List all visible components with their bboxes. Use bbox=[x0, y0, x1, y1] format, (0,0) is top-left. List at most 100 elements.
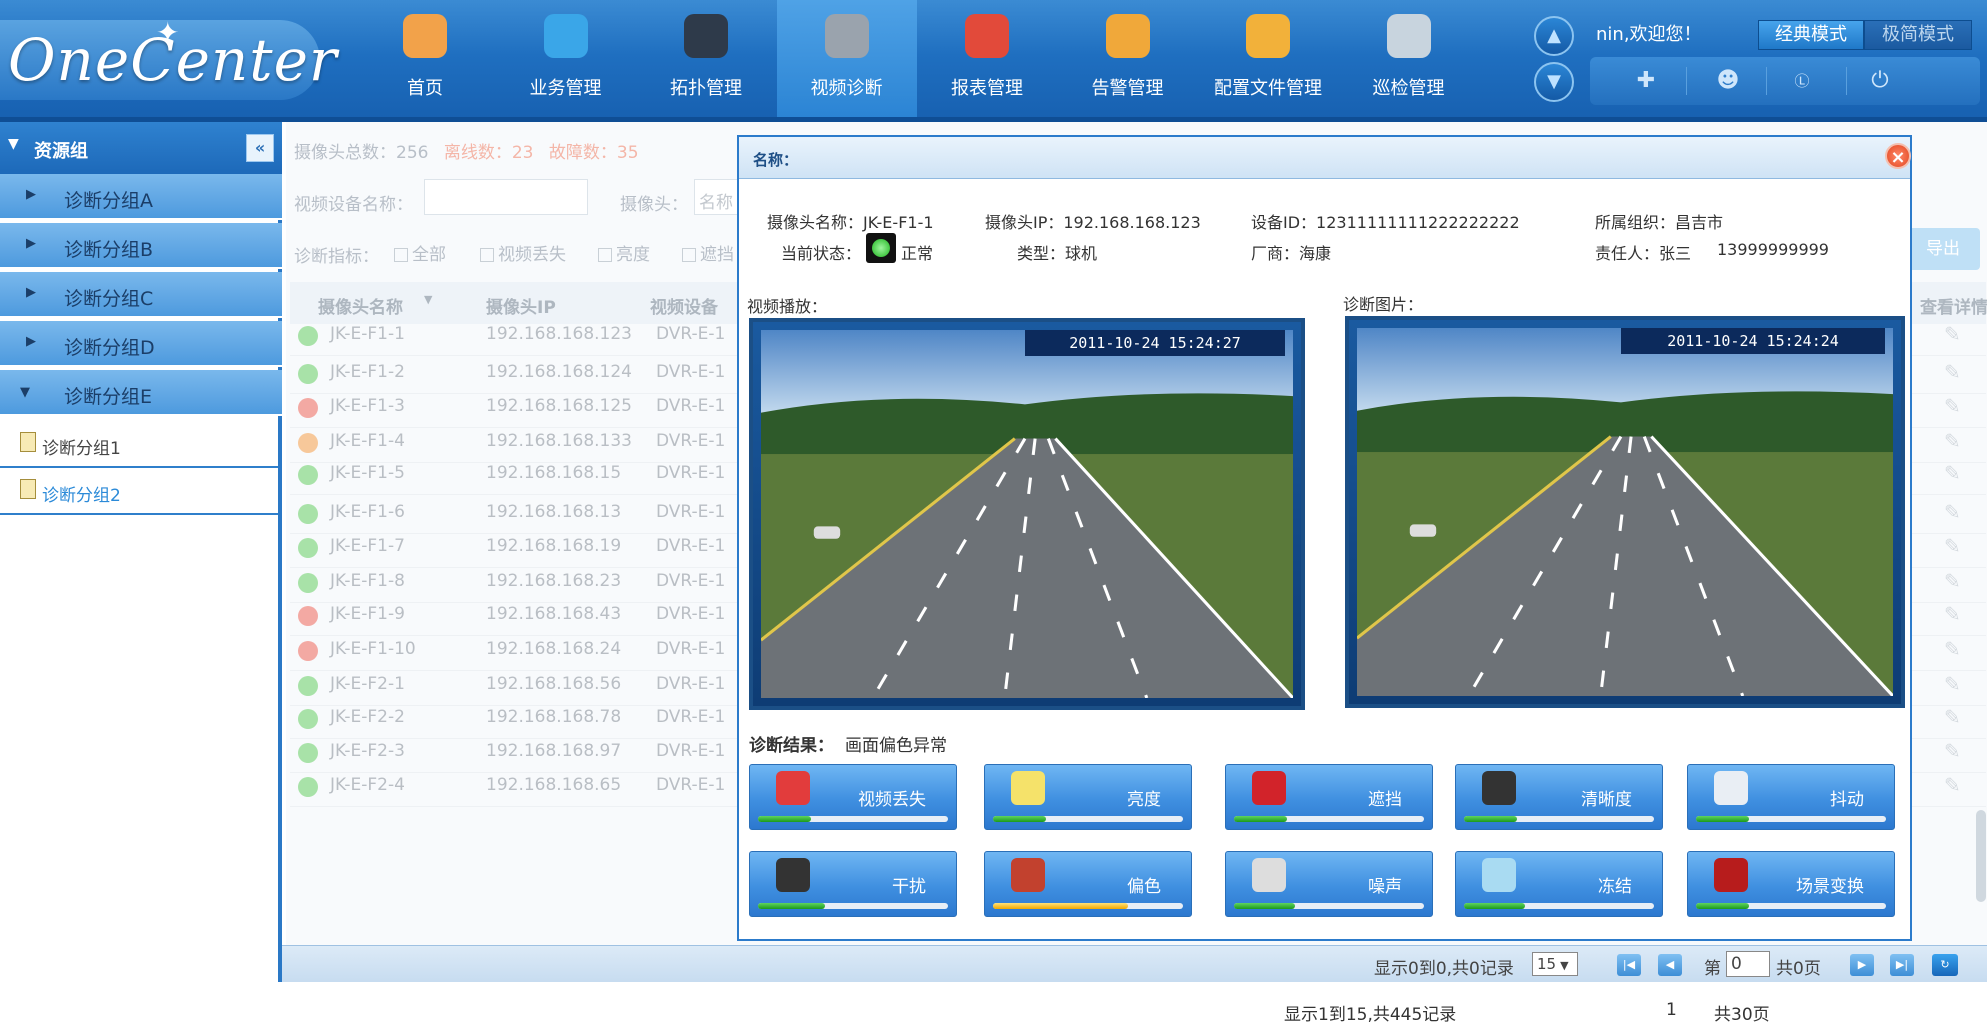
dialog-header: 名称： × bbox=[739, 137, 1911, 179]
details-icon[interactable]: ✎ bbox=[1944, 602, 1961, 626]
metric-8[interactable]: 噪声 bbox=[1225, 851, 1433, 917]
details-icon[interactable]: ✎ bbox=[1944, 534, 1961, 558]
classic-mode-button[interactable]: 经典模式 bbox=[1758, 20, 1864, 50]
sort-desc-icon[interactable]: ▼ bbox=[424, 293, 432, 306]
details-icon[interactable]: ✎ bbox=[1944, 394, 1961, 418]
metric-4[interactable]: 清晰度 bbox=[1455, 764, 1663, 830]
device-name-input[interactable] bbox=[424, 179, 588, 215]
camera-name-input[interactable]: 名称 bbox=[694, 179, 742, 215]
expand-arrow-icon[interactable]: ▼ bbox=[20, 385, 30, 400]
sidebar-group-3[interactable]: ▶ 诊断分组C bbox=[0, 272, 282, 318]
license-icon[interactable]: Ⓛ bbox=[1782, 65, 1822, 97]
next-page-button[interactable]: ▶ bbox=[1850, 954, 1874, 976]
metric-label: 视频丢失 bbox=[858, 790, 926, 810]
bottom-page-number[interactable]: 1 bbox=[1666, 1000, 1677, 1020]
metric-3[interactable]: 遮挡 bbox=[1225, 764, 1433, 830]
metric-checkbox-3[interactable]: 亮度 bbox=[598, 240, 650, 265]
user-icon[interactable]: ☻ bbox=[1708, 65, 1748, 97]
metric-checkbox-1[interactable]: 全部 bbox=[394, 240, 446, 265]
metric-7[interactable]: 偏色 bbox=[984, 851, 1192, 917]
collapse-sidebar-button[interactable]: « bbox=[246, 134, 274, 162]
image-timestamp: 2011-10-24 15:24:24 bbox=[1621, 328, 1885, 354]
device-cell: DVR-E-1 bbox=[656, 502, 726, 522]
noise-icon bbox=[1252, 858, 1286, 892]
metric-10[interactable]: 场景变换 bbox=[1687, 851, 1895, 917]
diagnosis-image-label: 诊断图片： bbox=[1343, 295, 1424, 314]
details-icon[interactable]: ✎ bbox=[1944, 360, 1961, 384]
details-icon[interactable]: ✎ bbox=[1944, 773, 1961, 797]
sidebar-group-4[interactable]: ▶ 诊断分组D bbox=[0, 321, 282, 367]
details-icon[interactable]: ✎ bbox=[1944, 461, 1961, 485]
status-dot-icon bbox=[298, 398, 318, 418]
scroll-down-button[interactable]: ▼ bbox=[1534, 62, 1574, 102]
sidebar-group-2[interactable]: ▶ 诊断分组B bbox=[0, 223, 282, 269]
metric-6[interactable]: 干扰 bbox=[749, 851, 957, 917]
checkbox-label: 视频丢失 bbox=[498, 245, 566, 265]
status-value: 正常 bbox=[901, 244, 934, 263]
sidebar-subgroup-2[interactable]: 诊断分组2 bbox=[0, 469, 278, 515]
checkbox-box[interactable] bbox=[682, 248, 696, 262]
simple-mode-button[interactable]: 极简模式 bbox=[1864, 20, 1972, 50]
list-scrollbar[interactable] bbox=[1976, 810, 1986, 902]
camera-name-info: 摄像头名称：JK-E-F1-1 bbox=[767, 213, 934, 232]
page-number-input[interactable]: 0 bbox=[1726, 951, 1770, 977]
checkbox-box[interactable] bbox=[480, 248, 494, 262]
close-button[interactable]: × bbox=[1885, 143, 1911, 169]
sidebar-group-1[interactable]: ▶ 诊断分组A bbox=[0, 174, 282, 220]
details-icon[interactable]: ✎ bbox=[1944, 739, 1961, 763]
camera-filter-label: 摄像头： bbox=[620, 195, 688, 215]
details-icon[interactable]: ✎ bbox=[1944, 637, 1961, 661]
details-icon[interactable]: ✎ bbox=[1944, 705, 1961, 729]
collapse-arrow-icon[interactable]: ▼ bbox=[8, 136, 19, 152]
scroll-up-button[interactable]: ▲ bbox=[1534, 16, 1574, 56]
metric-level-bar bbox=[1696, 903, 1886, 909]
details-icon[interactable]: ✎ bbox=[1944, 429, 1961, 453]
checkbox-box[interactable] bbox=[394, 248, 408, 262]
metric-label: 冻结 bbox=[1598, 877, 1632, 897]
nav-item-8[interactable]: 巡检管理 bbox=[1339, 0, 1479, 117]
camera-icon bbox=[776, 771, 810, 805]
sidebar-group-5[interactable]: ▼ 诊断分组E bbox=[0, 370, 282, 416]
details-icon[interactable]: ✎ bbox=[1944, 500, 1961, 524]
prev-page-button[interactable]: ◀ bbox=[1658, 954, 1682, 976]
total-pages: 共0页 bbox=[1776, 959, 1821, 979]
metric-2[interactable]: 亮度 bbox=[984, 764, 1192, 830]
metric-level-fill bbox=[1696, 903, 1750, 909]
last-page-button[interactable]: ▶| bbox=[1890, 954, 1914, 976]
camera-name-cell: JK-E-F1-7 bbox=[330, 536, 405, 556]
nav-item-3[interactable]: 拓扑管理 bbox=[636, 0, 776, 117]
metric-checkbox-2[interactable]: 视频丢失 bbox=[480, 240, 566, 265]
video-player[interactable]: 2011-10-24 15:24:27 bbox=[749, 318, 1305, 710]
metric-label: 清晰度 bbox=[1581, 790, 1632, 810]
nav-item-7[interactable]: 配置文件管理 bbox=[1198, 0, 1338, 117]
topology-icon bbox=[684, 14, 728, 58]
metric-1[interactable]: 视频丢失 bbox=[749, 764, 957, 830]
toolbox-icon[interactable]: ✚ bbox=[1626, 65, 1666, 97]
camera-ip-cell: 192.168.168.56 bbox=[486, 674, 622, 694]
checkbox-box[interactable] bbox=[598, 248, 612, 262]
details-icon[interactable]: ✎ bbox=[1944, 569, 1961, 593]
collapsed-arrow-icon[interactable]: ▶ bbox=[26, 285, 36, 300]
sidebar-subgroup-1[interactable]: 诊断分组1 bbox=[0, 422, 278, 468]
metric-label: 干扰 bbox=[892, 877, 926, 897]
nav-item-2[interactable]: 业务管理 bbox=[496, 0, 636, 117]
power-icon[interactable]: ⏻ bbox=[1860, 65, 1900, 97]
collapsed-arrow-icon[interactable]: ▶ bbox=[26, 187, 36, 202]
details-icon[interactable]: ✎ bbox=[1944, 672, 1961, 696]
metric-5[interactable]: 抖动 bbox=[1687, 764, 1895, 830]
details-icon[interactable]: ✎ bbox=[1944, 322, 1961, 346]
page-size-select[interactable]: 15 ▼ bbox=[1532, 952, 1578, 976]
brand-logo[interactable]: OneCenter ✦ bbox=[0, 16, 337, 100]
collapsed-arrow-icon[interactable]: ▶ bbox=[26, 334, 36, 349]
nav-item-4[interactable]: 视频诊断 bbox=[776, 0, 917, 117]
device-cell: DVR-E-1 bbox=[656, 396, 726, 416]
export-button[interactable]: 导出 bbox=[1906, 228, 1980, 270]
refresh-button[interactable]: ↻ bbox=[1932, 954, 1958, 976]
first-page-button[interactable]: |◀ bbox=[1617, 954, 1641, 976]
metric-checkbox-4[interactable]: 遮挡 bbox=[682, 240, 734, 265]
nav-item-1[interactable]: 首页 bbox=[355, 0, 495, 117]
collapsed-arrow-icon[interactable]: ▶ bbox=[26, 236, 36, 251]
nav-item-5[interactable]: 报表管理 bbox=[917, 0, 1057, 117]
metric-9[interactable]: 冻结 bbox=[1455, 851, 1663, 917]
nav-item-6[interactable]: 告警管理 bbox=[1058, 0, 1198, 117]
